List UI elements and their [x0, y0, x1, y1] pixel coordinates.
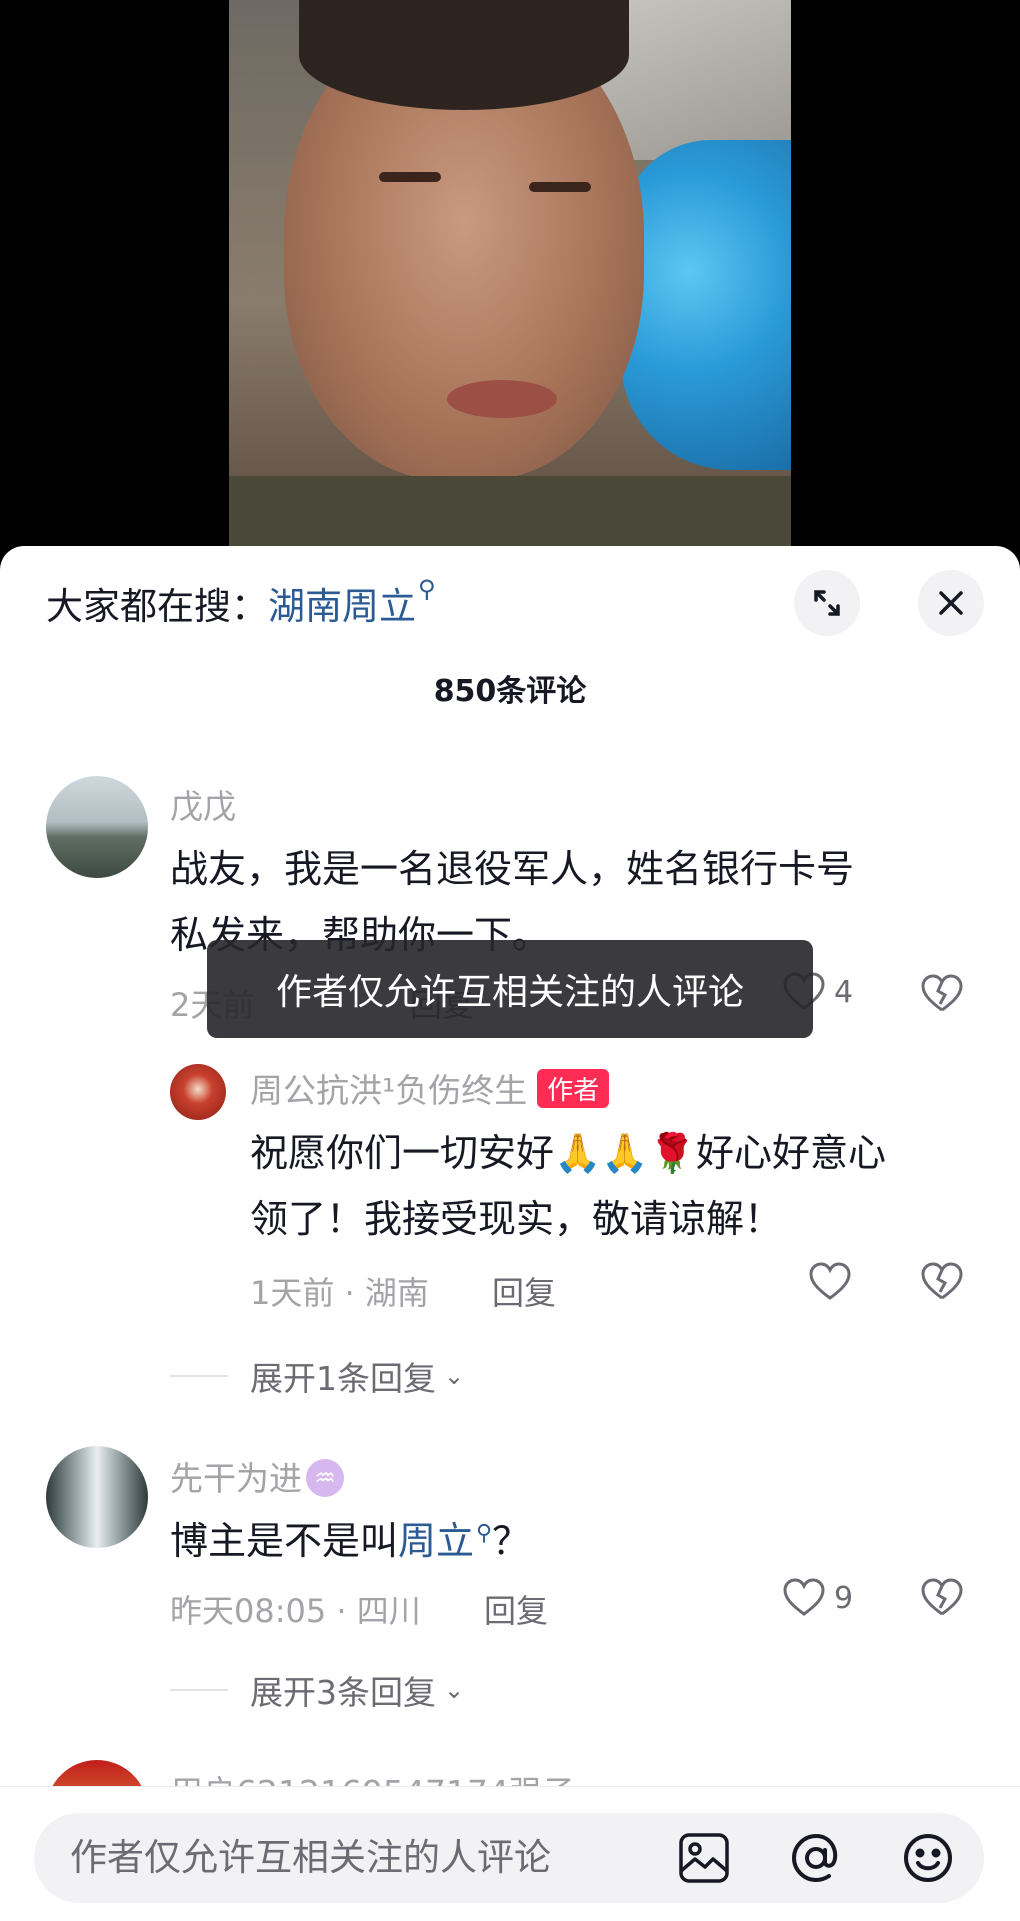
trending-search-term[interactable]: 湖南周立: [268, 576, 416, 630]
toast-message: 作者仅允许互相关注的人评论: [207, 940, 813, 1038]
expand-replies-label: 展开3条回复: [250, 1673, 436, 1712]
comment-text-line2: 领了！我接受现实，敬请谅解！: [250, 1197, 783, 1241]
zodiac-aquarius-icon: ♒: [306, 1459, 344, 1497]
avatar[interactable]: [46, 776, 148, 878]
expand-icon: [814, 590, 840, 616]
reply-username: 周公抗洪¹负伤终生: [250, 1071, 528, 1110]
image-button[interactable]: [674, 1828, 734, 1888]
video-hair: [299, 0, 629, 110]
broken-heart-icon: [921, 1578, 963, 1616]
expand-replies-button[interactable]: 展开1条回复 ⌄: [170, 1352, 464, 1400]
comment-username[interactable]: 戊戊: [170, 780, 236, 828]
comment-meta: 1天前 · 湖南: [250, 1274, 429, 1312]
like-count: 9: [834, 1580, 854, 1616]
trending-search-lead: 大家都在搜：: [46, 585, 268, 628]
expand-replies-button[interactable]: 展开3条回复 ⌄: [170, 1666, 464, 1714]
dislike-button[interactable]: [920, 974, 964, 1014]
avatar[interactable]: [46, 1446, 148, 1548]
expand-replies-label: 展开1条回复: [250, 1359, 436, 1398]
comment-input-placeholder: 作者仅允许互相关注的人评论: [70, 1836, 551, 1879]
emoji-button[interactable]: [898, 1828, 958, 1888]
heart-icon: [783, 1578, 825, 1616]
dislike-button[interactable]: [920, 1262, 964, 1302]
search-icon: ⚲: [476, 1521, 493, 1546]
like-button[interactable]: [808, 1262, 860, 1302]
comment-text-suffix: ？: [492, 1519, 531, 1563]
like-count: 4: [834, 974, 854, 1010]
close-icon: [939, 591, 963, 615]
video-player[interactable]: [229, 0, 791, 546]
chevron-down-icon: ⌄: [444, 1676, 465, 1704]
inline-search-term: 周立: [398, 1519, 475, 1563]
trending-search[interactable]: 大家都在搜： 湖南周立 ⚲: [46, 575, 436, 630]
video-eye-left: [379, 172, 441, 182]
expand-button[interactable]: [794, 570, 860, 636]
avatar[interactable]: [170, 1064, 226, 1120]
close-button[interactable]: [918, 570, 984, 636]
heart-icon: [809, 1262, 851, 1300]
image-icon: [679, 1833, 729, 1883]
comment-username[interactable]: 先干为进 ♒: [170, 1452, 344, 1501]
comment-username-text: 先干为进: [170, 1459, 302, 1498]
video-mouth: [447, 380, 557, 418]
comment-count: 850条评论: [433, 674, 587, 709]
comment-meta: 昨天08:05 · 四川: [170, 1592, 421, 1630]
at-icon: [791, 1833, 838, 1883]
expand-divider: [170, 1375, 228, 1377]
comment-input[interactable]: 作者仅允许互相关注的人评论: [34, 1813, 984, 1903]
broken-heart-icon: [921, 1262, 963, 1300]
comment-input-bar: 作者仅允许互相关注的人评论: [0, 1786, 1020, 1921]
comment-username[interactable]: 周公抗洪¹负伤终生 作者: [250, 1064, 610, 1112]
video-shirt: [229, 476, 791, 546]
mention-button[interactable]: [786, 1828, 846, 1888]
video-eye-right: [529, 182, 591, 192]
comment-text: 博主是不是叫周立⚲？: [170, 1508, 530, 1581]
comment-sheet: 大家都在搜： 湖南周立 ⚲ 850条评论 戊戊 战友，我是一名退役军人，姓名银行…: [0, 546, 1020, 1920]
reply-button[interactable]: 回复: [484, 1586, 548, 1632]
author-badge: 作者: [537, 1069, 610, 1108]
video-helmet: [621, 140, 791, 470]
search-icon: ⚲: [418, 575, 436, 603]
comment-text-prefix: 博主是不是叫: [170, 1519, 399, 1563]
expand-divider: [170, 1689, 228, 1691]
comment-text-line1: 战友，我是一名退役军人，姓名银行卡号: [170, 847, 855, 891]
inline-search-link[interactable]: 周立⚲: [398, 1519, 492, 1563]
comment-text-line1: 祝愿你们一切安好🙏🙏🌹好心好意心: [250, 1131, 886, 1175]
reply-button[interactable]: 回复: [492, 1268, 556, 1314]
like-button[interactable]: 9: [782, 1578, 853, 1618]
emoji-icon: [904, 1834, 952, 1882]
dislike-button[interactable]: [920, 1578, 964, 1618]
broken-heart-icon: [921, 974, 963, 1012]
chevron-down-icon: ⌄: [444, 1362, 465, 1390]
